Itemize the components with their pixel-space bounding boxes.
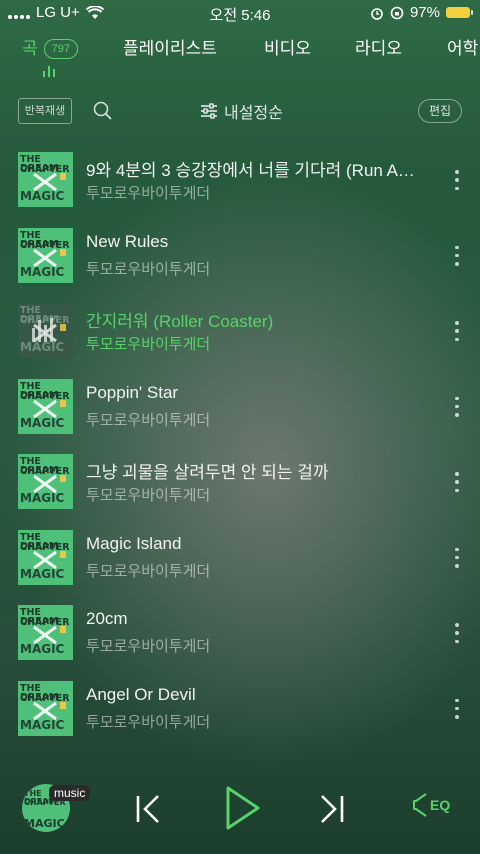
more-options-icon[interactable]: [454, 472, 460, 492]
song-artist: 투모로우바이투게더: [86, 638, 211, 655]
album-art: THE DREAM CHAPTER MAGIC: [18, 680, 73, 736]
tab-playlists[interactable]: 플레이리스트: [123, 34, 217, 59]
album-art: THE DREAM CHAPTER MAGIC: [18, 303, 73, 358]
album-art: THE DREAM CHAPTER MAGIC: [18, 605, 73, 660]
song-artist: 투모로우바이투게더: [86, 185, 211, 202]
song-title: 간지러워 (Roller Coaster): [86, 312, 274, 331]
play-icon[interactable]: [222, 784, 262, 832]
edit-button[interactable]: 편집: [418, 99, 462, 123]
song-row[interactable]: THE DREAM CHAPTER MAGIC 20cm 투모로우바이투게더: [0, 595, 480, 670]
album-art: THE DREAM CHAPTER MAGIC: [18, 152, 73, 207]
sort-filter-icon: [201, 103, 217, 119]
speaker-icon: [413, 793, 427, 817]
song-title: Magic Island: [86, 533, 182, 553]
tab-language[interactable]: 어학: [447, 34, 478, 59]
eq-label: EQ: [430, 797, 451, 813]
song-row[interactable]: THE DREAM CHAPTER MAGIC 9와 4분의 3 승강장에서 너…: [0, 142, 480, 217]
more-options-icon[interactable]: [454, 623, 460, 643]
tab-videos[interactable]: 비디오: [264, 34, 311, 59]
song-title: 9와 4분의 3 승강장에서 너를 기다려 (Run Away): [86, 161, 426, 180]
active-tab-equalizer-icon: [43, 65, 55, 77]
alarm-icon: [371, 7, 383, 20]
album-art: THE DREAM CHAPTER MAGIC: [18, 227, 73, 283]
next-track-icon[interactable]: [316, 793, 346, 825]
source-tag: music: [49, 785, 91, 801]
tab-songs[interactable]: 곡 797: [22, 34, 78, 59]
song-title: Angel Or Devil: [86, 684, 196, 704]
song-row[interactable]: THE DREAM CHAPTER MAGIC New Rules 투모로우바이…: [0, 218, 480, 293]
battery-icon: [446, 7, 473, 18]
more-options-icon[interactable]: [454, 396, 460, 417]
list-toolbar: 반복재생 내설정순 편집: [0, 96, 480, 126]
song-count-badge: 797: [43, 39, 78, 59]
tab-label: 곡: [22, 39, 38, 58]
song-row[interactable]: THE DREAM CHAPTER MAGIC Angel Or Devil 투…: [0, 671, 480, 746]
song-row[interactable]: THE DREAM CHAPTER MAGIC Poppin' Star 투모로…: [0, 369, 480, 444]
song-artist: 투모로우바이투게더: [86, 411, 211, 429]
mini-player: THE DREAM CHAPTER MAGIC music EQ: [0, 760, 480, 854]
repeat-button[interactable]: 반복재생: [18, 98, 72, 124]
song-title: New Rules: [86, 231, 169, 251]
now-playing-indicator-icon: [32, 318, 53, 342]
album-art: THE DREAM CHAPTER MAGIC: [18, 378, 73, 434]
more-options-icon[interactable]: [454, 170, 460, 190]
song-artist: 투모로우바이투게더: [86, 562, 211, 580]
song-title: Poppin' Star: [86, 382, 179, 402]
more-options-icon[interactable]: [454, 245, 460, 266]
song-row[interactable]: THE DREAM CHAPTER MAGIC 간지러워 (Roller Coa…: [0, 293, 480, 368]
album-art: THE DREAM CHAPTER MAGIC: [18, 529, 73, 585]
song-title: 그냥 괴물을 살려두면 안 되는 걸까: [86, 463, 329, 482]
battery-percent: 97%: [409, 4, 440, 21]
search-icon[interactable]: [92, 100, 114, 122]
song-row[interactable]: THE DREAM CHAPTER MAGIC 그냥 괴물을 살려두면 안 되는…: [0, 444, 480, 519]
tab-radio[interactable]: 라디오: [355, 34, 402, 59]
song-artist: 투모로우바이투게더: [86, 260, 211, 278]
rotation-lock-icon: [390, 6, 404, 19]
song-title: 20cm: [86, 609, 128, 628]
song-artist: 투모로우바이투게더: [86, 336, 211, 353]
more-options-icon[interactable]: [454, 547, 460, 568]
song-row[interactable]: THE DREAM CHAPTER MAGIC Magic Island 투모로…: [0, 520, 480, 595]
sort-button[interactable]: 내설정순: [200, 99, 283, 123]
song-artist: 투모로우바이투게더: [86, 713, 211, 731]
previous-track-icon[interactable]: [134, 793, 164, 825]
equalizer-button[interactable]: EQ: [412, 792, 450, 818]
sort-label: 내설정순: [224, 105, 283, 122]
more-options-icon[interactable]: [454, 698, 460, 719]
category-tabs: 곡 797 플레이리스트 비디오 라디오 어학: [0, 34, 480, 64]
status-bar: LG U+ 오전 5:46 97%: [0, 0, 480, 26]
album-art: THE DREAM CHAPTER MAGIC: [18, 454, 73, 509]
more-options-icon[interactable]: [454, 321, 460, 341]
song-artist: 투모로우바이투게더: [86, 487, 211, 504]
